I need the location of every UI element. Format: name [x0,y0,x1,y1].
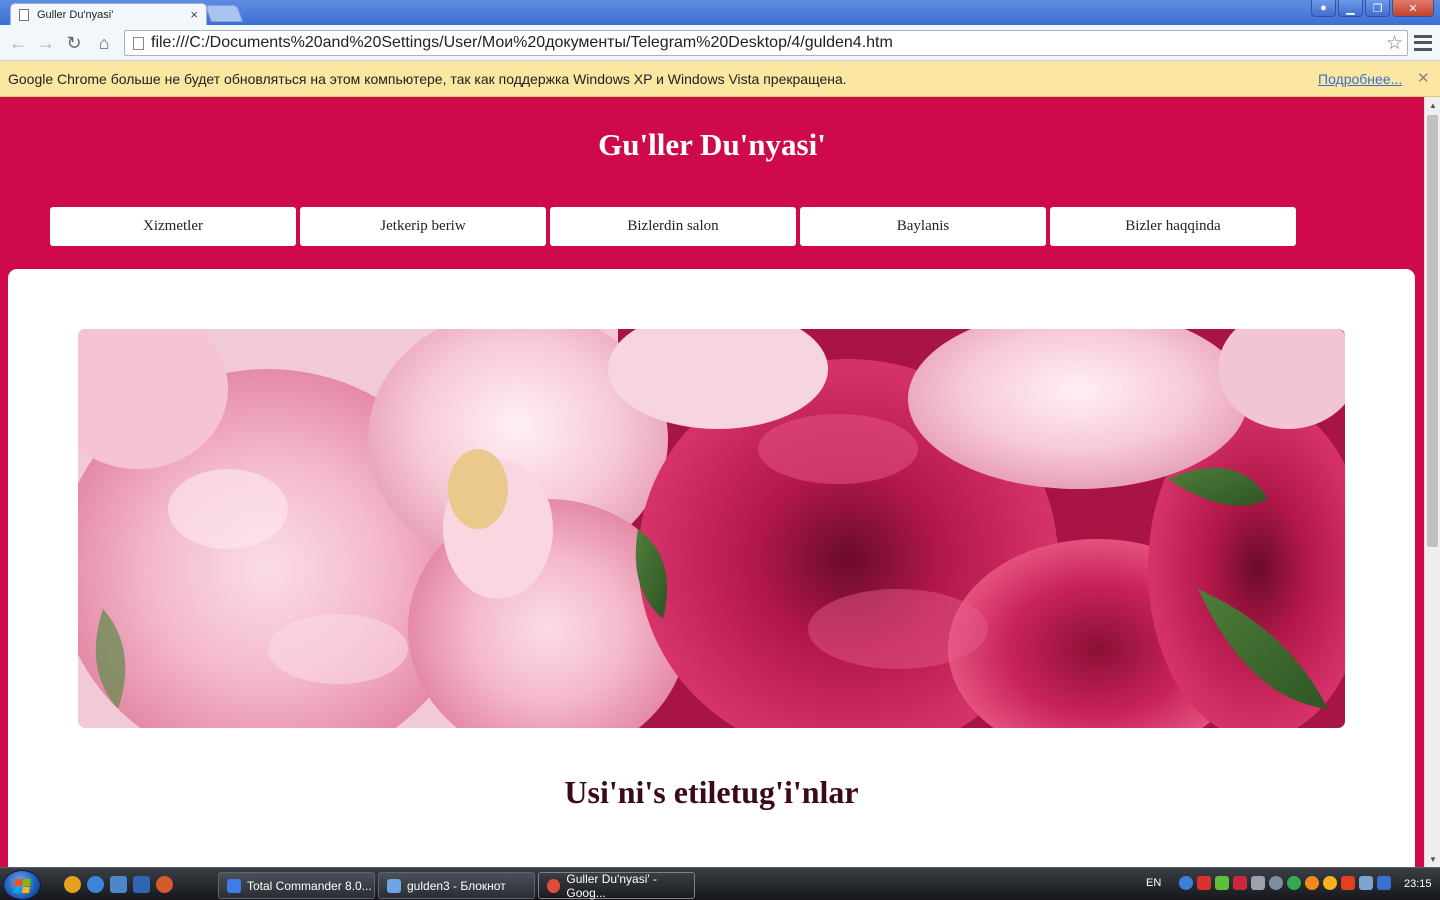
desktop-icon[interactable] [110,876,127,893]
site-title: Gu'ller Du'nyasi' [598,127,826,162]
scrollbar-thumb[interactable] [1427,115,1438,547]
page-icon [19,8,29,21]
tray-update-icon[interactable] [1287,876,1302,890]
tab-title: Guller Du'nyasi' [37,8,114,21]
total-commander-icon [227,878,241,893]
tray-warning-icon[interactable] [1341,876,1356,890]
address-input[interactable] [151,34,1371,52]
tab-close-icon[interactable]: × [190,7,198,22]
quick-launch [64,876,173,893]
hero-image [78,329,1345,728]
page-scrollbar[interactable]: ▲ ▼ [1424,97,1440,867]
address-bar[interactable]: ☆ [124,30,1408,56]
save-disk-icon[interactable] [133,876,150,893]
nav-item-services[interactable]: Xizmetler [50,207,296,246]
tray-shield-icon[interactable] [1233,876,1248,890]
tray-monitor-icon[interactable] [1359,876,1374,890]
scroll-down-icon[interactable]: ▼ [1425,851,1440,867]
clock[interactable]: 23:15 [1404,878,1432,890]
nav-item-delivery[interactable]: Jetkerip beriw [300,207,546,246]
system-tray: EN [1146,876,1392,890]
infobar-message: Google Chrome больше не будет обновлятьс… [8,71,847,87]
internet-explorer-icon[interactable] [87,876,104,893]
tray-network-icon[interactable] [1269,876,1284,890]
taskbar-item-label: Guller Du'nyasi' - Goog... [566,871,658,900]
scroll-up-icon[interactable]: ▲ [1425,97,1440,113]
bookmark-star-icon[interactable]: ☆ [1386,32,1403,55]
restore-icon[interactable]: ❐ [1365,0,1390,17]
windows-taskbar: Total Commander 8.0... gulden3 - Блокнот… [0,867,1440,900]
infobar-close-icon[interactable]: ✕ [1417,69,1430,87]
tray-pdf-icon[interactable] [1197,876,1212,890]
nav-item-contact[interactable]: Baylanis [800,207,1046,246]
back-icon[interactable]: ← [6,31,30,55]
user-icon[interactable]: ● [1311,0,1336,17]
taskbar-item-total-commander[interactable]: Total Commander 8.0... [218,872,375,899]
page-icon [133,36,144,50]
taskbar-item-label: gulden3 - Блокнот [407,878,506,893]
tray-app-icon[interactable] [1179,876,1194,890]
window-titlebar: Guller Du'nyasi' × ● ▁ ❐ ✕ [0,0,1440,25]
new-tab-button[interactable] [204,5,244,22]
section-title: Usi'ni's etiletug'i'nlar [564,774,859,810]
language-indicator[interactable]: EN [1146,877,1161,889]
chrome-icon [547,878,561,893]
close-window-icon[interactable]: ✕ [1392,0,1434,17]
forward-icon[interactable]: → [34,31,58,55]
quick-launch-app-icon[interactable] [64,876,81,893]
start-button[interactable] [3,870,41,900]
infobar-more-link[interactable]: Подробнее... [1318,71,1402,87]
tray-printer-icon[interactable] [1251,876,1266,890]
media-app-icon[interactable] [156,876,173,893]
nav-item-about[interactable]: Bizler haqqinda [1050,207,1296,246]
reload-icon[interactable]: ↻ [62,31,86,55]
update-infobar: Google Chrome больше не будет обновлятьс… [0,61,1440,97]
notepad-icon [387,878,401,893]
taskbar-item-chrome[interactable]: Guller Du'nyasi' - Goog... [538,871,695,900]
browser-tab[interactable]: Guller Du'nyasi' × [10,3,207,25]
tray-app3-icon[interactable] [1323,876,1338,890]
tray-app2-icon[interactable] [1305,876,1320,890]
tray-display-icon[interactable] [1377,876,1392,890]
web-page: Gu'ller Du'nyasi' Xizmetler Jetkerip ber… [0,97,1424,867]
tray-download-icon[interactable] [1215,876,1230,890]
main-nav: Xizmetler Jetkerip beriw Bizlerdin salon… [50,207,1296,246]
nav-item-salon[interactable]: Bizlerdin salon [550,207,796,246]
content-panel: Usi'ni's etiletug'i'nlar [8,269,1415,867]
taskbar-item-label: Total Commander 8.0... [247,878,372,893]
minimize-icon[interactable]: ▁ [1338,0,1363,17]
window-controls: ● ▁ ❐ ✕ [1311,0,1434,17]
chrome-menu-icon[interactable] [1414,33,1432,53]
windows-logo-icon [13,879,31,893]
browser-toolbar: ← → ↻ ⌂ ☆ [0,25,1440,61]
home-icon[interactable]: ⌂ [92,31,116,55]
taskbar-item-notepad[interactable]: gulden3 - Блокнот [378,872,535,899]
